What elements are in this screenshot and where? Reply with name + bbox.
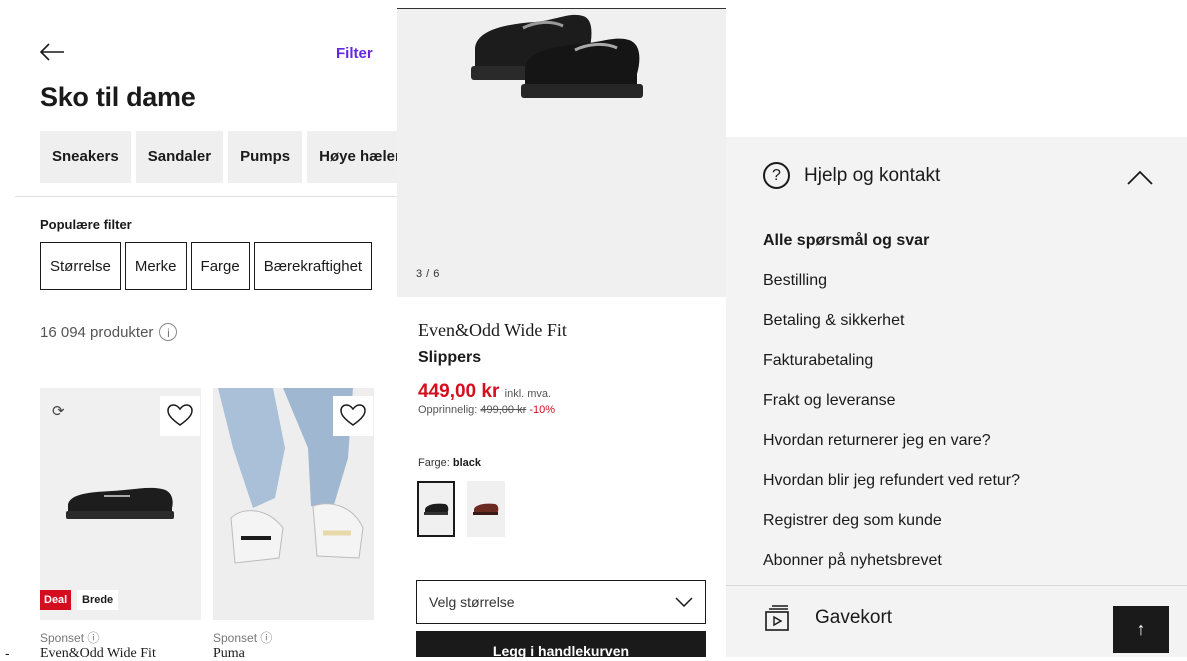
- question-icon: ?: [763, 162, 790, 189]
- help-link[interactable]: Betaling & sikkerhet: [763, 310, 1020, 350]
- gift-card-row[interactable]: Gavekort: [763, 603, 892, 633]
- product-name: Slippers: [418, 349, 482, 366]
- color-swatch-brown[interactable]: [467, 481, 505, 537]
- wishlist-heart-icon[interactable]: [333, 396, 373, 436]
- deal-badge: Deal: [40, 590, 72, 610]
- help-link[interactable]: Hvordan returnerer jeg en vare?: [763, 430, 1020, 470]
- color-label-text: Farge:: [418, 457, 450, 469]
- product-card-image[interactable]: [213, 388, 374, 620]
- original-price: 499,00 kr: [480, 404, 527, 416]
- help-panel: ? Hjelp og kontakt Alle spørsmål og svar…: [726, 0, 1187, 657]
- color-label: Farge: black: [418, 457, 481, 469]
- category-chip-sandaler[interactable]: Sandaler: [135, 131, 224, 183]
- category-chips: Sneakers Sandaler Pumps Høye hæler: [40, 131, 397, 183]
- divider: [726, 585, 1187, 586]
- help-link[interactable]: Bestilling: [763, 270, 1020, 310]
- product-count: 16 094 produkter i: [40, 323, 178, 341]
- sponsored-label: Sponset ⓘ: [213, 631, 273, 645]
- wishlist-heart-icon[interactable]: [160, 396, 200, 436]
- info-icon[interactable]: i: [159, 323, 178, 341]
- loafer-shoe-image: [66, 487, 174, 519]
- size-select[interactable]: Velg størrelse: [416, 580, 706, 624]
- help-title: Hjelp og kontakt: [804, 164, 941, 186]
- help-link[interactable]: Alle spørsmål og svar: [763, 230, 1020, 270]
- help-accordion-header[interactable]: ? Hjelp og kontakt: [763, 162, 940, 189]
- product-price: 449,00 kr inkl. mva.: [418, 381, 551, 403]
- vat-label: inkl. mva.: [504, 388, 552, 400]
- filter-chip-sustainability[interactable]: Bærekraftighet: [253, 242, 373, 290]
- help-links: Alle spørsmål og svar Bestilling Betalin…: [763, 230, 1020, 590]
- sponsored-label: Sponset ⓘ: [40, 631, 100, 645]
- help-link[interactable]: Frakt og leveranse: [763, 390, 1020, 430]
- color-value: black: [452, 457, 481, 469]
- discount-percent: -10%: [529, 404, 556, 416]
- help-link[interactable]: Fakturabetaling: [763, 350, 1020, 390]
- product-brand[interactable]: Puma: [213, 646, 245, 657]
- scroll-to-top-button[interactable]: ↑: [1113, 606, 1169, 653]
- original-price-row: Opprinnelig: 499,00 kr -10%: [418, 404, 555, 416]
- add-to-cart-button[interactable]: Legg i handlekurven: [416, 631, 706, 657]
- popular-filters-label: Populære filter: [40, 217, 132, 232]
- wide-fit-badge: Brede: [77, 590, 119, 610]
- gift-card-icon: [765, 605, 789, 631]
- filter-chip-color[interactable]: Farge: [190, 242, 250, 290]
- product-brand[interactable]: Even&Odd Wide Fit: [418, 320, 567, 341]
- price-value: 449,00 kr: [418, 381, 500, 402]
- help-link[interactable]: Registrer deg som kunde: [763, 510, 1020, 550]
- help-link[interactable]: Abonner på nyhetsbrevet: [763, 550, 1020, 590]
- category-chip-hoye-haeler[interactable]: Høye hæler: [307, 131, 397, 183]
- product-brand[interactable]: Even&Odd Wide Fit: [40, 646, 156, 657]
- loafer-pair-image: [471, 14, 643, 98]
- page-title: Sko til dame: [40, 82, 196, 112]
- popular-filters: Størrelse Merke Farge Bærekraftighet: [40, 242, 373, 290]
- gift-card-label: Gavekort: [815, 607, 893, 628]
- dash-mark: -: [5, 645, 10, 661]
- top-border: [397, 8, 726, 9]
- divider: [15, 196, 397, 197]
- back-arrow-icon[interactable]: [38, 40, 66, 64]
- category-chip-pumps[interactable]: Pumps: [228, 131, 303, 183]
- filter-button[interactable]: Filter: [336, 45, 373, 62]
- chevron-up-icon[interactable]: [1126, 170, 1154, 186]
- chevron-down-icon: [675, 597, 693, 607]
- size-select-placeholder: Velg størrelse: [429, 594, 515, 610]
- sync-icon: ⟳: [52, 403, 65, 420]
- product-image-gallery[interactable]: 3 / 6: [397, 8, 726, 297]
- filter-chip-brand[interactable]: Merke: [124, 242, 187, 290]
- filter-chip-size[interactable]: Størrelse: [40, 242, 121, 290]
- original-price-label: Opprinnelig:: [418, 404, 478, 416]
- category-chip-sneakers[interactable]: Sneakers: [40, 131, 131, 183]
- product-card-image[interactable]: ⟳ Deal Brede: [40, 388, 201, 620]
- help-link[interactable]: Hvordan blir jeg refundert ved retur?: [763, 470, 1020, 510]
- product-count-text: 16 094 produkter: [40, 323, 154, 341]
- color-swatch-black[interactable]: [417, 481, 455, 537]
- listing-panel: Filter Sko til dame Sneakers Sandaler Pu…: [0, 0, 397, 657]
- product-detail-panel: 3 / 6 Even&Odd Wide Fit Slippers 449,00 …: [397, 0, 726, 657]
- image-counter: 3 / 6: [416, 268, 440, 280]
